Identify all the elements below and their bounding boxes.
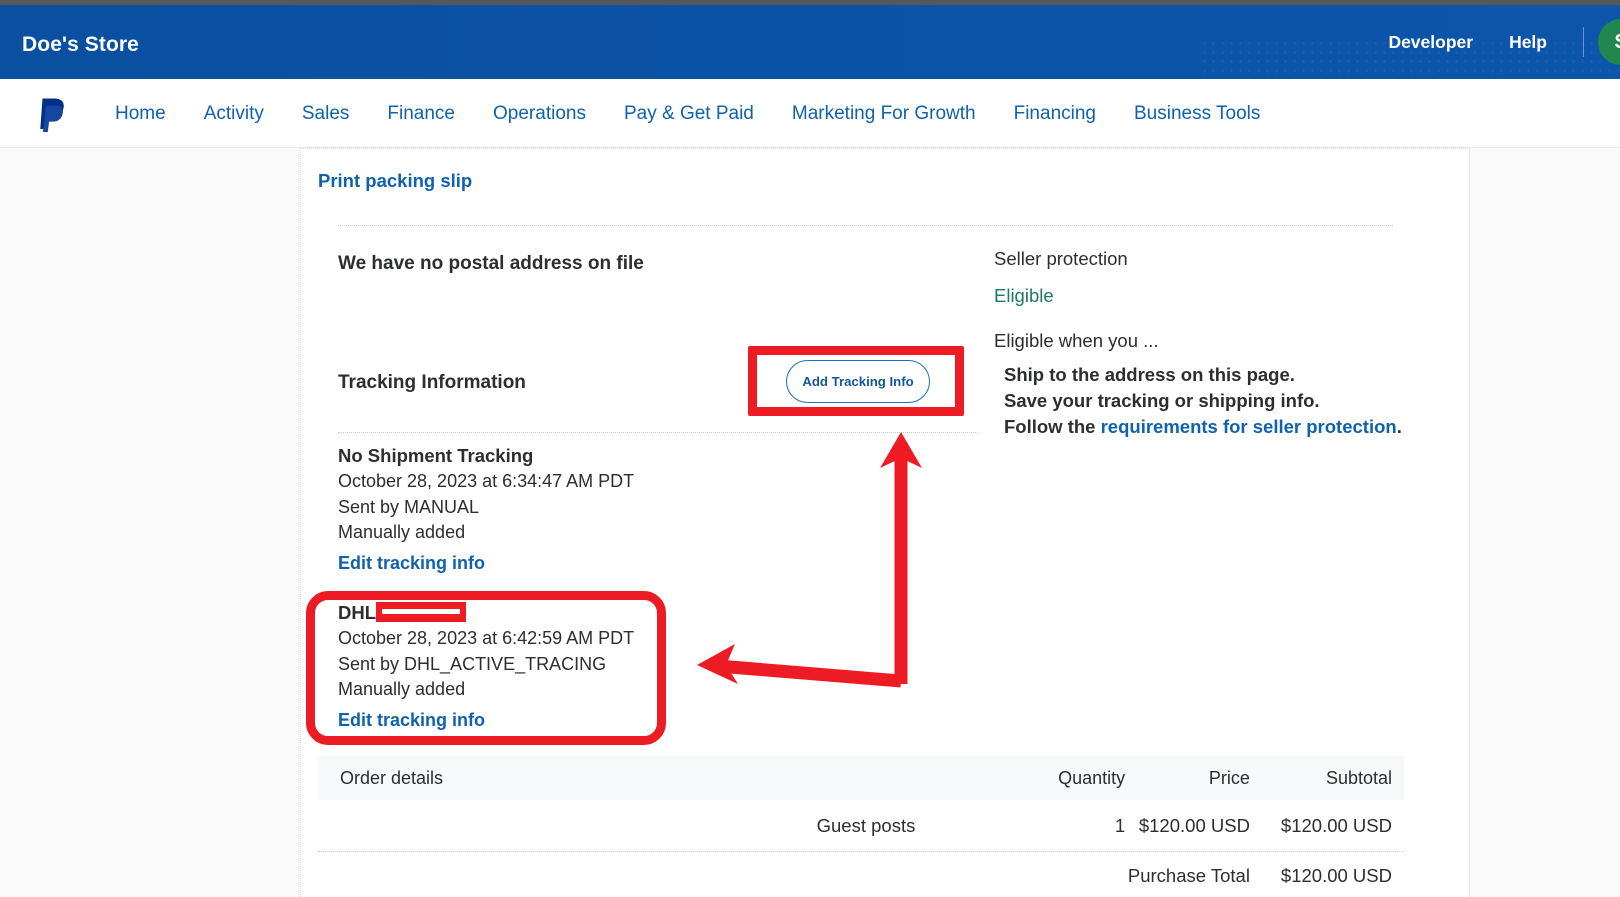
- tracking-added-method: Manually added: [338, 679, 466, 699]
- table-header-row: Order details Quantity Price Subtotal: [318, 756, 1404, 800]
- row-quantity: 1: [1114, 814, 1126, 836]
- paypal-logo-icon[interactable]: [36, 95, 70, 135]
- nav-item-pay-and-get-paid[interactable]: Pay & Get Paid: [605, 79, 773, 148]
- column-header-subtotal: Subtotal: [1325, 767, 1392, 788]
- purchase-total-value: $120.00 USD: [1280, 865, 1392, 886]
- divider-tracking: [338, 432, 978, 433]
- seller-protection-status-badge: Eligible: [994, 285, 1054, 306]
- requirement-item: Ship to the address on this page.: [1004, 364, 1295, 385]
- nav-item-home[interactable]: Home: [96, 79, 185, 148]
- requirement-item: Save your tracking or shipping info.: [1004, 390, 1320, 411]
- nav-item-financing[interactable]: Financing: [995, 79, 1115, 148]
- tracking-carrier: DHL: [338, 602, 377, 623]
- table-row: Guest posts 1 $120.00 USD $120.00 USD: [318, 800, 1404, 852]
- nav-item-list: Home Activity Sales Finance Operations P…: [96, 79, 1279, 148]
- tracking-timestamp: October 28, 2023 at 6:42:59 AM PDT: [338, 628, 635, 648]
- seller-protection-requirement-list: Ship to the address on this page. Save y…: [994, 362, 1414, 440]
- developer-link[interactable]: Developer: [1370, 32, 1491, 53]
- seller-protection-eligible-when: Eligible when you ...: [994, 330, 1159, 351]
- row-subtotal: $120.00 USD: [1280, 814, 1392, 836]
- primary-navigation-bar: Home Activity Sales Finance Operations P…: [0, 79, 1620, 148]
- avatar[interactable]: S: [1598, 19, 1620, 65]
- nav-item-marketing-for-growth[interactable]: Marketing For Growth: [773, 79, 995, 148]
- nav-item-business-tools[interactable]: Business Tools: [1115, 79, 1279, 148]
- dhl-tracking-entry: DHL October 28, 2023 at 6:42:59 AM PDT S…: [338, 600, 634, 731]
- screenshot-root: Doe's Store Developer Help S Home Activi…: [0, 0, 1620, 897]
- requirement-text-suffix: .: [1396, 416, 1402, 437]
- column-header-quantity: Quantity: [1058, 767, 1126, 788]
- row-price: $120.00 USD: [1138, 814, 1250, 836]
- tracking-sent-by: Sent by DHL_ACTIVE_TRACING: [338, 653, 607, 674]
- requirement-item: Follow the requirements for seller prote…: [1004, 414, 1414, 440]
- order-detail-card: Print packing slip We have no postal add…: [300, 148, 1470, 897]
- nav-item-finance[interactable]: Finance: [368, 79, 474, 148]
- requirement-text-prefix: Follow the: [1004, 416, 1101, 437]
- nav-item-sales[interactable]: Sales: [283, 79, 369, 148]
- header-right-group: Developer Help S: [1370, 5, 1620, 79]
- tracking-information-title: Tracking Information: [338, 372, 526, 393]
- nav-item-activity[interactable]: Activity: [185, 79, 283, 148]
- tracking-carrier-row: DHL: [338, 600, 634, 626]
- print-packing-slip-link[interactable]: Print packing slip: [318, 170, 472, 192]
- column-header-order-details: Order details: [340, 767, 444, 788]
- edit-tracking-info-link[interactable]: Edit tracking info: [338, 710, 485, 731]
- edit-tracking-info-link[interactable]: Edit tracking info: [338, 553, 485, 574]
- dhl-tracking-number-redaction: [376, 602, 467, 623]
- tracking-added-method: Manually added: [338, 522, 466, 542]
- tracking-carrier: No Shipment Tracking: [338, 445, 534, 466]
- no-postal-address-message: We have no postal address on file: [338, 253, 644, 274]
- divider-top: [338, 225, 1393, 226]
- table-total-row: Purchase Total $120.00 USD: [318, 852, 1404, 897]
- store-name: Doe's Store: [22, 33, 139, 56]
- top-header-bar: Doe's Store Developer Help S: [0, 5, 1620, 79]
- seller-protection-panel: Seller protection Eligible Eligible when…: [994, 245, 1414, 440]
- header-divider: [1583, 27, 1584, 57]
- tracking-entry: No Shipment Tracking October 28, 2023 at…: [338, 443, 634, 574]
- add-tracking-info-button[interactable]: Add Tracking Info: [786, 360, 930, 403]
- purchase-total-label: Purchase Total: [1127, 865, 1250, 886]
- tracking-timestamp: October 28, 2023 at 6:34:47 AM PDT: [338, 471, 635, 491]
- tracking-sent-by: Sent by MANUAL: [338, 496, 480, 517]
- order-details-table: Order details Quantity Price Subtotal Gu…: [318, 756, 1404, 897]
- row-item-description: Guest posts: [816, 814, 916, 836]
- seller-protection-title: Seller protection: [994, 248, 1128, 269]
- column-header-price: Price: [1208, 767, 1250, 788]
- help-link[interactable]: Help: [1491, 32, 1565, 53]
- nav-item-operations[interactable]: Operations: [474, 79, 605, 148]
- seller-protection-requirements-link[interactable]: requirements for seller protection: [1101, 416, 1397, 437]
